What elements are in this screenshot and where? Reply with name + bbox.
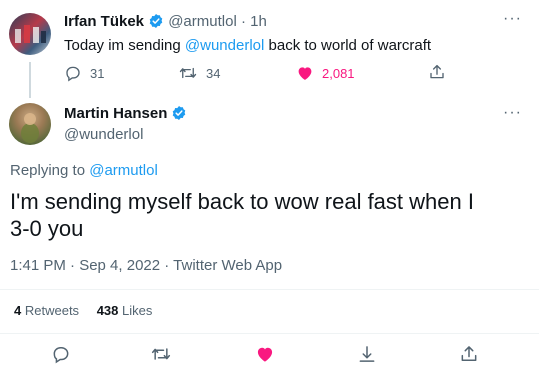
thread-line: [29, 62, 31, 98]
more-icon[interactable]: ···: [503, 10, 522, 28]
retweets-count: 4: [14, 303, 22, 318]
divider: [0, 333, 539, 334]
parent-header: Irfan Tükek @armutlol · 1h: [64, 13, 267, 33]
parent-avatar[interactable]: [9, 13, 51, 55]
parent-like-count: 2,081: [322, 65, 355, 81]
main-retweet-button[interactable]: [150, 344, 172, 369]
replying-to: Replying to @armutlol: [10, 162, 158, 179]
parent-share-button[interactable]: [428, 63, 446, 81]
reply-icon: [64, 64, 82, 82]
retweet-icon: [150, 348, 172, 368]
share-icon: [459, 346, 479, 368]
main-tweet-text: I'm sending myself back to wow real fast…: [10, 189, 474, 241]
likes-stat[interactable]: 438 Likes: [97, 303, 153, 318]
dot-separator: ·: [240, 13, 246, 30]
main-share-button[interactable]: [459, 344, 479, 369]
main-reply-button[interactable]: [51, 344, 71, 369]
parent-text-before: Today im sending: [64, 37, 185, 54]
bookmark-icon: [357, 346, 377, 368]
parent-reply-button[interactable]: 31: [64, 64, 104, 82]
verified-badge-icon: [148, 13, 164, 33]
main-handle[interactable]: @wunderlol: [64, 126, 143, 143]
parent-text-after: back to world of warcraft: [264, 37, 432, 54]
main-like-button[interactable]: [255, 344, 275, 369]
likes-label: Likes: [122, 303, 153, 318]
share-icon: [428, 63, 446, 81]
divider: [0, 289, 539, 290]
verified-badge-icon: [171, 105, 187, 126]
more-icon[interactable]: ···: [503, 104, 522, 122]
main-author-name[interactable]: Martin Hansen: [64, 105, 167, 122]
likes-count: 438: [96, 303, 119, 318]
parent-handle[interactable]: @armutlol: [168, 13, 237, 30]
retweets-label: Retweets: [24, 303, 80, 318]
parent-text: Today im sending @wunderlol back to worl…: [64, 37, 431, 54]
parent-like-button[interactable]: 2,081: [296, 64, 355, 82]
parent-mention-link[interactable]: @wunderlol: [185, 37, 264, 54]
retweet-icon: [178, 64, 198, 82]
parent-retweet-button[interactable]: 34: [178, 64, 220, 82]
parent-retweet-count: 34: [206, 65, 221, 81]
reply-icon: [51, 347, 71, 368]
replying-to-link[interactable]: @armutlol: [89, 162, 158, 179]
parent-time[interactable]: 1h: [250, 13, 267, 30]
main-bookmark-button[interactable]: [357, 344, 377, 369]
tweet-timestamp[interactable]: 1:41 PM · Sep 4, 2022 · Twitter Web App: [10, 257, 282, 274]
main-author-name-row: Martin Hansen: [64, 105, 187, 126]
replying-to-label: Replying to: [10, 162, 90, 179]
engagement-stats: 4 Retweets 438 Likes: [14, 303, 152, 318]
like-icon: [255, 347, 275, 368]
parent-author-name[interactable]: Irfan Tükek: [64, 13, 144, 30]
like-icon: [296, 64, 314, 82]
retweets-stat[interactable]: 4 Retweets: [14, 303, 79, 318]
main-avatar[interactable]: [9, 103, 51, 145]
parent-reply-count: 31: [90, 65, 105, 81]
